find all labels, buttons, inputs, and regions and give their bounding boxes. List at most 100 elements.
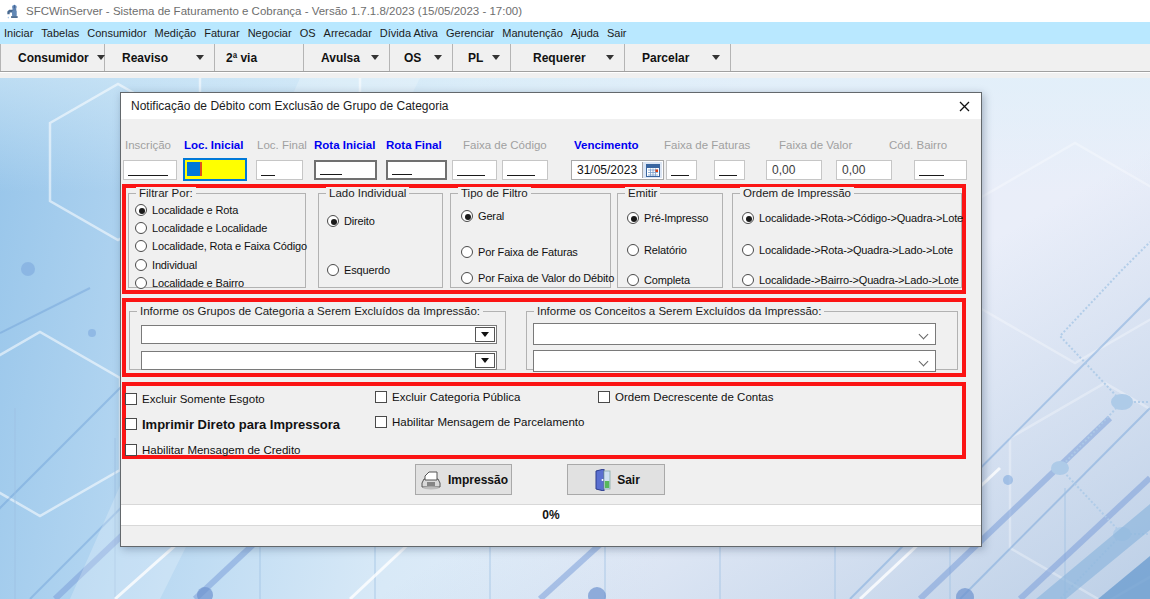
menu-faturar[interactable]: Faturar bbox=[200, 22, 243, 44]
checkbox-icon bbox=[375, 391, 387, 403]
radio-geral[interactable]: Geral bbox=[461, 209, 504, 223]
radio-icon bbox=[135, 259, 147, 271]
menu-sair[interactable]: Sair bbox=[603, 22, 631, 44]
radio-direito[interactable]: Direito bbox=[327, 214, 375, 228]
input-faixa-valor-2[interactable]: 0,00 bbox=[836, 160, 892, 180]
radio-icon bbox=[461, 246, 473, 258]
menubar: Iniciar Tabelas Consumidor Medição Fatur… bbox=[0, 22, 1150, 44]
checkbox-habilitar-mensagem-parcelamento[interactable]: Habilitar Mensagem de Parcelamento bbox=[375, 415, 584, 429]
radio-localidade-e-bairro[interactable]: Localidade e Bairro bbox=[135, 276, 244, 290]
input-faixa-valor-1[interactable]: 0,00 bbox=[766, 160, 822, 180]
input-rota-inicial[interactable] bbox=[314, 160, 377, 180]
radio-por-faixa-de-valor[interactable]: Por Faixa de Valor do Débito bbox=[461, 271, 614, 285]
radio-icon bbox=[461, 272, 473, 284]
toolbar-requerer[interactable]: Requerer bbox=[511, 44, 625, 71]
toolbar-consumidor[interactable]: Consumidor bbox=[0, 44, 105, 71]
menu-arrecadar[interactable]: Arrecadar bbox=[320, 22, 376, 44]
radio-icon bbox=[135, 240, 147, 252]
chevron-down-icon bbox=[919, 330, 929, 340]
close-icon[interactable] bbox=[956, 98, 972, 114]
text-caret bbox=[200, 162, 202, 176]
radio-ordem-rota-quadra[interactable]: Localidade->Rota->Quadra->Lado->Lote bbox=[742, 243, 953, 257]
input-faixa-codigo-2[interactable] bbox=[502, 160, 548, 180]
radio-icon bbox=[461, 210, 473, 222]
menu-tabelas[interactable]: Tabelas bbox=[37, 22, 83, 44]
checkbox-habilitar-mensagem-credito[interactable]: Habilitar Mensagem de Credito bbox=[125, 443, 301, 457]
dropdown-button[interactable] bbox=[475, 327, 495, 342]
input-loc-inicial[interactable] bbox=[183, 158, 247, 181]
dropdown-arrow-icon bbox=[481, 332, 489, 337]
combo-conceito-1[interactable] bbox=[533, 323, 936, 345]
radio-individual[interactable]: Individual bbox=[135, 258, 197, 272]
menu-os[interactable]: OS bbox=[296, 22, 320, 44]
radio-icon bbox=[742, 212, 754, 224]
checkbox-icon bbox=[598, 391, 610, 403]
radio-localidade-e-rota[interactable]: Localidade e Rota bbox=[135, 203, 238, 217]
label-vencimento: Vencimento bbox=[574, 139, 639, 151]
menu-negociar[interactable]: Negociar bbox=[244, 22, 296, 44]
label-faixa-codigo: Faixa de Código bbox=[463, 139, 547, 151]
checkbox-icon bbox=[125, 418, 137, 430]
checkbox-excluir-somente-esgoto[interactable]: Excluir Somente Esgoto bbox=[125, 392, 265, 406]
checkbox-icon bbox=[375, 416, 387, 428]
dropdown-arrow-icon bbox=[371, 55, 379, 60]
input-inscricao[interactable] bbox=[123, 160, 177, 180]
dropdown-arrow-icon bbox=[492, 55, 500, 60]
checkbox-excluir-categoria-publica[interactable]: Excluir Categoria Pública bbox=[375, 390, 520, 404]
dialog-titlebar[interactable]: Notificação de Débito com Exclusão de Gr… bbox=[121, 93, 981, 119]
input-rota-final[interactable] bbox=[386, 160, 447, 180]
menu-consumidor[interactable]: Consumidor bbox=[83, 22, 150, 44]
input-vencimento[interactable]: 31/05/2023 bbox=[571, 160, 664, 180]
radio-ordem-rota-codigo[interactable]: Localidade->Rota->Código->Quadra->Lote bbox=[742, 211, 963, 225]
screen: SFCWinServer - Sistema de Faturamento e … bbox=[0, 0, 1150, 599]
combo-grupo-categoria-1[interactable] bbox=[141, 325, 497, 344]
toolbar-avulsa[interactable]: Avulsa bbox=[304, 44, 390, 71]
input-loc-final[interactable] bbox=[256, 160, 303, 180]
dialog-notificacao-debito: Notificação de Débito com Exclusão de Gr… bbox=[120, 92, 982, 547]
combo-grupo-categoria-2[interactable] bbox=[141, 351, 497, 370]
menu-divida-ativa[interactable]: Dívida Ativa bbox=[376, 22, 442, 44]
menu-ajuda[interactable]: Ajuda bbox=[567, 22, 603, 44]
menu-manutencao[interactable]: Manutenção bbox=[498, 22, 567, 44]
radio-icon bbox=[327, 215, 339, 227]
label-loc-final: Loc. Final bbox=[257, 139, 307, 151]
menu-iniciar[interactable]: Iniciar bbox=[0, 22, 37, 44]
calendar-icon[interactable] bbox=[642, 162, 662, 178]
toolbar-parcelar[interactable]: Parcelar bbox=[625, 44, 731, 71]
radio-esquerdo[interactable]: Esquerdo bbox=[327, 263, 390, 277]
label-faixa-valor: Faixa de Valor bbox=[779, 139, 852, 151]
sair-button[interactable]: Sair bbox=[567, 464, 665, 495]
toolbar-pl[interactable]: PL bbox=[453, 44, 511, 71]
dropdown-arrow-icon bbox=[712, 55, 720, 60]
label-cod-bairro: Cód. Bairro bbox=[889, 139, 947, 151]
input-faixa-faturas-2[interactable] bbox=[714, 160, 745, 180]
radio-icon bbox=[135, 204, 147, 216]
menu-gerenciar[interactable]: Gerenciar bbox=[442, 22, 498, 44]
radio-icon bbox=[627, 274, 639, 286]
dropdown-arrow-icon bbox=[606, 55, 614, 60]
checkbox-imprimir-direto[interactable]: Imprimir Direto para Impressora bbox=[125, 417, 340, 431]
input-faixa-faturas-1[interactable] bbox=[666, 160, 697, 180]
toolbar-reaviso[interactable]: Reaviso bbox=[105, 44, 215, 71]
dropdown-button[interactable] bbox=[475, 353, 495, 368]
selection-block bbox=[187, 162, 200, 176]
app-icon bbox=[5, 4, 20, 19]
radio-icon bbox=[135, 277, 147, 289]
input-cod-bairro[interactable] bbox=[914, 160, 967, 180]
label-rota-final: Rota Final bbox=[386, 139, 442, 151]
radio-localidade-rota-faixa-codigo[interactable]: Localidade, Rota e Faixa Código bbox=[135, 239, 307, 253]
radio-ordem-bairro-quadra[interactable]: Localidade->Bairro->Quadra->Lado->Lote bbox=[742, 273, 959, 287]
radio-localidade-e-localidade[interactable]: Localidade e Localidade bbox=[135, 221, 267, 235]
combo-conceito-2[interactable] bbox=[533, 350, 936, 372]
impressao-button[interactable]: Impressão bbox=[415, 464, 512, 495]
chevron-down-icon bbox=[919, 357, 929, 367]
radio-por-faixa-de-faturas[interactable]: Por Faixa de Faturas bbox=[461, 245, 578, 259]
toolbar-os[interactable]: OS bbox=[390, 44, 453, 71]
radio-pre-impresso[interactable]: Pré-Impresso bbox=[627, 211, 708, 225]
menu-medicao[interactable]: Medição bbox=[151, 22, 201, 44]
toolbar-2avia[interactable]: 2ª via bbox=[215, 44, 304, 71]
radio-completa[interactable]: Completa bbox=[627, 273, 690, 287]
checkbox-ordem-decrescente[interactable]: Ordem Decrescente de Contas bbox=[598, 390, 774, 404]
input-faixa-codigo-1[interactable] bbox=[452, 160, 497, 180]
radio-relatorio[interactable]: Relatório bbox=[627, 243, 687, 257]
